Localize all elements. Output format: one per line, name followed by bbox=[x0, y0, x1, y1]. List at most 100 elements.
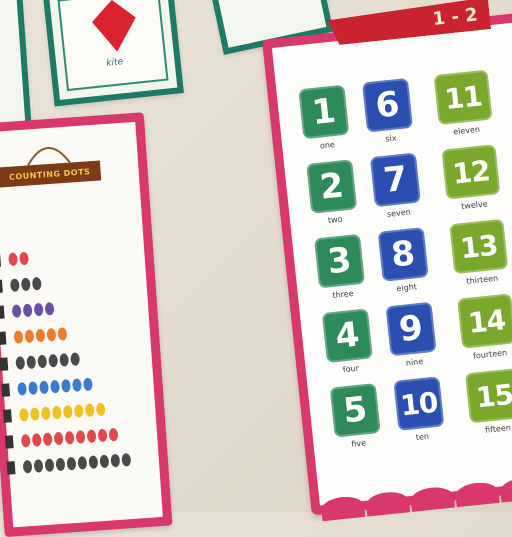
counting-dot bbox=[57, 327, 68, 341]
row-number-box bbox=[6, 461, 16, 475]
dot-row bbox=[9, 276, 42, 292]
counting-dot bbox=[20, 434, 31, 448]
counting-dot bbox=[77, 456, 88, 470]
counting-dot bbox=[97, 428, 108, 443]
counting-dot bbox=[29, 407, 40, 421]
number-tile: 6 bbox=[362, 77, 413, 133]
counting-dot bbox=[48, 353, 59, 368]
counting-dot bbox=[17, 382, 28, 396]
counting-dot bbox=[20, 277, 31, 292]
number-word: eleven bbox=[452, 124, 481, 137]
dot-row bbox=[13, 327, 68, 344]
dot-row bbox=[11, 302, 55, 318]
number-word: twelve bbox=[460, 199, 489, 212]
counting-dot bbox=[40, 406, 51, 421]
number-word: two bbox=[327, 214, 343, 226]
dot-row bbox=[18, 402, 106, 422]
counting-dot bbox=[13, 330, 24, 344]
number-word: one bbox=[319, 139, 336, 151]
number-tile: 13 bbox=[449, 218, 509, 275]
number-tile: 1 bbox=[298, 84, 350, 140]
counting-dot bbox=[44, 458, 55, 473]
number-tile: 3 bbox=[314, 233, 366, 289]
numbers-poster: 1 - 2 1 one 2 two 3 three 4 four 5 five 6 six 7 seven… bbox=[262, 10, 512, 522]
kite-card-frame: kite bbox=[57, 0, 169, 92]
counting-dot bbox=[8, 252, 18, 267]
dot-row bbox=[22, 453, 132, 474]
counting-dot bbox=[11, 304, 22, 318]
counting-dot bbox=[55, 457, 66, 472]
number-tile: 15 bbox=[464, 367, 512, 424]
number-word: fourteen bbox=[472, 348, 508, 361]
dot-rows bbox=[0, 122, 135, 475]
counting-dot bbox=[22, 459, 33, 474]
counting-dot bbox=[33, 459, 44, 473]
row-number-box bbox=[3, 409, 12, 423]
counting-dot bbox=[82, 377, 93, 392]
number-tile: 11 bbox=[433, 69, 493, 125]
counting-dot bbox=[73, 404, 84, 418]
counting-dot bbox=[46, 327, 57, 342]
row-number-box bbox=[0, 305, 5, 320]
counting-dots-title: COUNTING DOTS bbox=[0, 160, 102, 188]
row-number-box bbox=[1, 383, 11, 397]
counting-dot bbox=[95, 402, 106, 417]
number-tile: 9 bbox=[385, 301, 437, 357]
counting-dot bbox=[64, 430, 75, 445]
number-word: five bbox=[350, 438, 367, 449]
counting-dots-poster: COUNTING DOTS bbox=[0, 112, 173, 537]
counting-dot bbox=[50, 379, 60, 394]
number-word: fifteen bbox=[484, 423, 512, 435]
kite-icon bbox=[92, 0, 136, 52]
number-word: ten bbox=[415, 431, 430, 443]
counting-dot bbox=[42, 432, 53, 447]
number-tile: 4 bbox=[321, 308, 373, 363]
dot-row bbox=[17, 377, 93, 396]
number-tile: 7 bbox=[369, 152, 421, 208]
counting-dot bbox=[22, 303, 33, 318]
counting-dot bbox=[15, 356, 26, 370]
counting-dot bbox=[108, 427, 119, 442]
counting-dot bbox=[62, 404, 73, 419]
row-number-box bbox=[0, 253, 2, 268]
counting-dot bbox=[28, 381, 39, 395]
counting-dot bbox=[37, 354, 48, 369]
counting-dot bbox=[44, 302, 55, 316]
counting-dot bbox=[33, 302, 44, 317]
row-number-box bbox=[4, 435, 14, 449]
kite-label: kite bbox=[105, 57, 124, 69]
number-word: nine bbox=[405, 356, 424, 368]
row-number-box bbox=[0, 357, 9, 371]
counting-dot bbox=[70, 352, 81, 366]
counting-dot bbox=[31, 433, 42, 447]
counting-dot bbox=[18, 408, 29, 422]
counting-dot bbox=[26, 355, 37, 370]
counting-dot bbox=[121, 453, 132, 467]
counting-dot bbox=[66, 456, 77, 471]
counting-dot bbox=[9, 278, 20, 292]
counting-dot bbox=[84, 403, 95, 418]
counting-dot bbox=[88, 455, 99, 469]
number-tile: 5 bbox=[329, 383, 381, 438]
number-tile: 10 bbox=[393, 376, 445, 431]
number-tile: 12 bbox=[441, 144, 501, 200]
counting-dot bbox=[86, 429, 97, 443]
row-number-box bbox=[0, 331, 7, 345]
counting-dot bbox=[31, 276, 42, 291]
counting-dot bbox=[59, 353, 70, 367]
counting-dot bbox=[61, 379, 71, 393]
number-word: seven bbox=[386, 207, 412, 219]
number-word: four bbox=[342, 363, 360, 375]
scallop-border bbox=[319, 471, 512, 522]
number-word: six bbox=[385, 133, 398, 144]
counting-dot bbox=[39, 380, 49, 395]
counting-dot bbox=[53, 431, 64, 446]
counting-dot bbox=[99, 454, 110, 469]
counting-dot bbox=[72, 378, 82, 392]
number-tile: 8 bbox=[377, 227, 429, 282]
counting-dot bbox=[75, 430, 86, 444]
poster-ribbon: 1 - 2 bbox=[327, 0, 491, 46]
counting-dot bbox=[51, 405, 62, 420]
dot-row bbox=[15, 352, 81, 370]
dot-row bbox=[8, 251, 29, 267]
